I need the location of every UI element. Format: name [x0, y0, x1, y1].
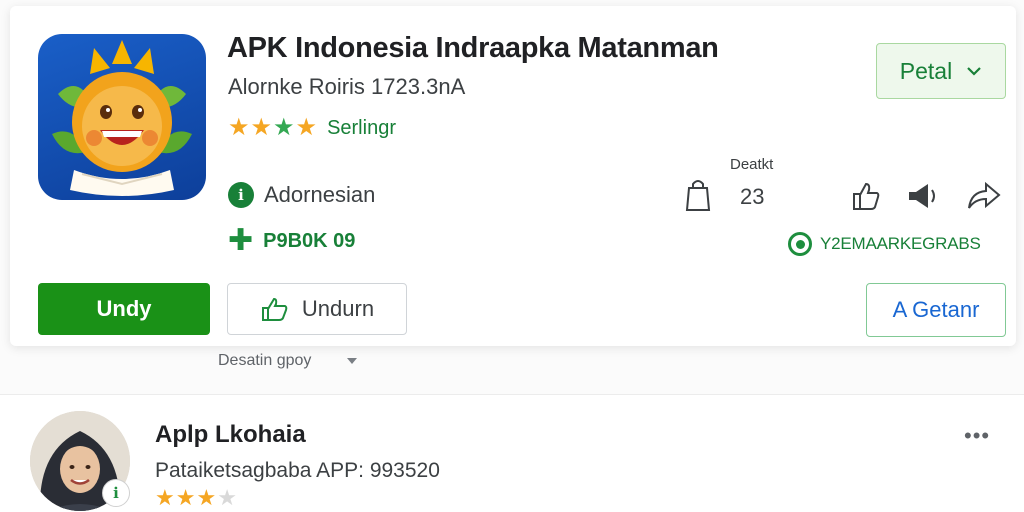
- language-label: Adornesian: [264, 182, 376, 207]
- price-label: P9B0K 09: [263, 229, 356, 252]
- price-row: ✚ P9B0K 09: [228, 224, 356, 257]
- more-options-icon[interactable]: •••: [964, 423, 990, 449]
- developer-row[interactable]: Y2EMAARKEGRABS: [788, 232, 981, 256]
- thumbs-up-icon: [261, 297, 288, 321]
- app-title: APK Indonesia Indraapka Matanman: [227, 32, 719, 64]
- caret-down-icon: [347, 358, 358, 364]
- star-icon: ★: [295, 114, 318, 141]
- petal-dropdown-button[interactable]: Petal: [876, 43, 1006, 99]
- description-label: Desatin gpoy: [218, 352, 312, 369]
- stat-label: Deatkt: [730, 156, 774, 173]
- app-mascot-icon[interactable]: [38, 34, 206, 200]
- star-icon: ★: [217, 485, 237, 510]
- language-row: ℹ Adornesian: [228, 182, 375, 208]
- star-icon: ★: [175, 485, 196, 510]
- list-item[interactable]: ℹ Aplp Lkohaia Pataiketsagbaba APP: 9935…: [0, 395, 1024, 512]
- chevron-down-icon: [967, 67, 981, 76]
- bag-icon: [685, 180, 711, 211]
- language-icon: ℹ: [228, 182, 254, 208]
- star-icon: ★: [155, 485, 175, 510]
- star-icon: ★: [228, 114, 250, 141]
- rating-row: ★ ★ ★ ★ Serlingr: [228, 116, 396, 140]
- list-item-stars: ★ ★ ★ ★: [155, 487, 237, 509]
- verified-icon: [788, 232, 812, 256]
- plus-icon: ✚: [228, 224, 254, 257]
- avatar-badge-icon: ℹ: [102, 479, 130, 507]
- install-button[interactable]: Undy: [38, 283, 210, 335]
- star-icon: ★: [250, 114, 273, 141]
- list-item-title: Aplp Lkohaia: [155, 421, 306, 448]
- stat-value: 23: [740, 184, 765, 209]
- getanr-button[interactable]: A Getanr: [866, 283, 1006, 337]
- rating-stars: ★ ★ ★ ★: [228, 116, 317, 140]
- app-subtitle: Alornke Roiris 1723.3nA: [228, 74, 466, 99]
- developer-label: Y2EMAARKEGRABS: [820, 234, 981, 253]
- list-item-subtitle: Pataiketsagbaba APP: 993520: [155, 459, 440, 482]
- uninstall-button[interactable]: Undurn: [227, 283, 407, 335]
- petal-button-label: Petal: [899, 57, 953, 84]
- share-icon[interactable]: [966, 180, 1002, 212]
- uninstall-button-label: Undurn: [301, 296, 375, 321]
- rating-label[interactable]: Serlingr: [327, 117, 396, 140]
- app-detail-card: APK Indonesia Indraapka Matanman Alornke…: [10, 6, 1016, 346]
- star-icon: ★: [196, 485, 217, 510]
- app-store-page: APK Indonesia Indraapka Matanman Alornke…: [0, 0, 1024, 512]
- description-toggle[interactable]: Desatin gpoy: [218, 352, 358, 370]
- star-icon: ★: [273, 114, 295, 141]
- megaphone-icon[interactable]: [906, 180, 940, 212]
- thumbs-up-icon[interactable]: [850, 180, 882, 212]
